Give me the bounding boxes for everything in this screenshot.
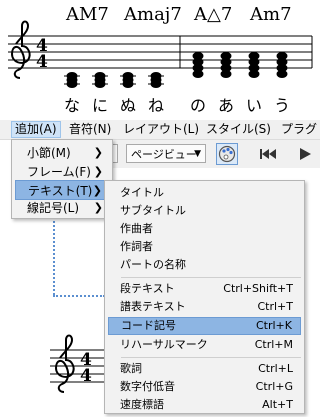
menu-item-shortcut: Alt+T <box>262 398 293 411</box>
chevron-right-icon: ❯ <box>93 146 103 159</box>
menu-item-label: 数字付低音 <box>120 380 175 393</box>
score-top: 4 4 AM7 Amaj7 A△7 Am7 な に ぬ ね の あ い う <box>0 0 320 120</box>
menu-layout[interactable]: レイアウト(L) <box>120 122 202 137</box>
rewind-button[interactable] <box>256 143 278 165</box>
menu-item-shortcut: Ctrl+L <box>258 362 293 375</box>
treble-clef-icon <box>10 20 31 79</box>
time-signature-den: 4 <box>36 52 48 72</box>
menu-item-label: サブタイトル <box>120 204 186 217</box>
menu-item-figured-bass[interactable]: 数字付低音 Ctrl+G <box>108 378 301 396</box>
play-button[interactable] <box>294 143 316 165</box>
menu-item-composer[interactable]: 作曲者 <box>108 220 301 238</box>
time-signature-den: 4 <box>80 366 92 386</box>
view-mode-select[interactable]: ページビュー ▼ <box>126 144 206 163</box>
menu-item-part-name[interactable]: パートの名称 <box>108 256 301 274</box>
menu-item-shortcut: Ctrl+T <box>257 300 293 313</box>
lyric-syllable[interactable]: ね <box>148 92 164 116</box>
palette-icon <box>218 145 236 163</box>
view-mode-label: ページビュー <box>131 148 197 161</box>
menu-item-staff-text[interactable]: 譜表テキスト Ctrl+T <box>108 298 301 316</box>
menu-item-lyrics[interactable]: 歌詞 Ctrl+L <box>108 360 301 378</box>
notes-measure-2 <box>192 52 288 78</box>
toolbar: ▼ ページビュー ▼ <box>100 140 320 168</box>
lyric-syllable[interactable]: ぬ <box>120 92 136 116</box>
menu-item-rehearsal-mark[interactable]: リハーサルマーク Ctrl+M <box>108 336 301 354</box>
menu-item-chord-symbol[interactable]: コード記号 Ctrl+K <box>108 317 301 335</box>
menu-item-shortcut: Ctrl+G <box>255 380 293 393</box>
chevron-right-icon: ❯ <box>93 201 103 214</box>
menu-item-shortcut: Ctrl+Shift+T <box>223 282 293 295</box>
menu-style[interactable]: スタイル(S) <box>203 122 274 137</box>
menu-item-label: フレーム(F) <box>27 165 91 179</box>
menu-item-label: 小節(M) <box>27 146 71 160</box>
menu-item-label: 作詞者 <box>120 240 153 253</box>
menu-item-label: 歌詞 <box>120 362 142 375</box>
menu-item-subtitle[interactable]: サブタイトル <box>108 202 301 220</box>
menu-item-lines[interactable]: 線記号(L) ❯ <box>15 198 109 218</box>
play-icon <box>300 148 311 160</box>
menu-item-label: 線記号(L) <box>27 201 80 215</box>
selection-outline <box>53 295 105 297</box>
lyric-syllable[interactable]: い <box>246 92 262 116</box>
menu-item-label: 速度標語 <box>120 398 164 411</box>
treble-clef-icon <box>54 334 75 393</box>
lyric-syllable[interactable]: に <box>92 92 108 116</box>
menu-item-label: 譜表テキスト <box>120 300 186 313</box>
menu-item-label: タイトル <box>120 186 164 199</box>
menu-item-title[interactable]: タイトル <box>108 184 301 202</box>
menu-item-frames[interactable]: フレーム(F) ❯ <box>15 162 109 182</box>
palette-button[interactable] <box>216 143 238 165</box>
menu-item-shortcut: Ctrl+K <box>255 319 292 332</box>
lyric-syllable[interactable]: あ <box>218 92 234 116</box>
menu-item-lyricist[interactable]: 作詞者 <box>108 238 301 256</box>
lyric-syllable[interactable]: な <box>64 92 80 116</box>
chevron-down-icon: ▼ <box>194 149 201 159</box>
menu-add[interactable]: 追加(A) <box>11 121 61 138</box>
menu-item-shortcut: Ctrl+M <box>254 338 293 351</box>
menu-separator <box>121 357 301 358</box>
chord-symbol[interactable]: Am7 <box>250 4 292 25</box>
lyric-syllable[interactable]: う <box>274 92 290 116</box>
menu-item-label: 段テキスト <box>120 282 175 295</box>
chord-symbol[interactable]: Amaj7 <box>124 4 182 25</box>
menu-item-system-text[interactable]: 段テキスト Ctrl+Shift+T <box>108 280 301 298</box>
lyric-syllable[interactable]: の <box>190 92 206 116</box>
selection-outline <box>53 217 55 295</box>
menu-item-tempo-marking[interactable]: 速度標語 Alt+T <box>108 396 301 414</box>
menu-item-text[interactable]: テキスト(T) ❯ <box>15 180 109 200</box>
add-menu: 小節(M) ❯ フレーム(F) ❯ テキスト(T) ❯ 線記号(L) ❯ <box>11 139 113 219</box>
skip-to-start-icon <box>260 149 276 159</box>
text-submenu: タイトル サブタイトル 作曲者 作詞者 パートの名称 段テキスト Ctrl+Sh… <box>104 180 305 414</box>
menu-item-label: テキスト(T) <box>28 184 93 198</box>
chord-symbol[interactable]: AM7 <box>66 4 109 25</box>
menu-separator <box>121 277 301 278</box>
menu-item-label: パートの名称 <box>120 258 186 271</box>
menu-item-label: コード記号 <box>121 319 176 332</box>
menu-plugins[interactable]: プラグ <box>278 122 320 137</box>
menu-item-label: リハーサルマーク <box>120 338 208 351</box>
notes-measure-1 <box>66 72 162 88</box>
staff-bottom: 4 4 <box>50 334 110 393</box>
chord-symbol[interactable]: A△7 <box>194 4 232 25</box>
menu-notes[interactable]: 音符(N) <box>66 122 114 137</box>
chevron-right-icon: ❯ <box>93 165 103 178</box>
menu-bar: 追加(A) 音符(N) レイアウト(L) スタイル(S) プラグ <box>0 120 320 140</box>
menu-item-label: 作曲者 <box>120 222 153 235</box>
menu-item-measures[interactable]: 小節(M) ❯ <box>15 143 109 163</box>
